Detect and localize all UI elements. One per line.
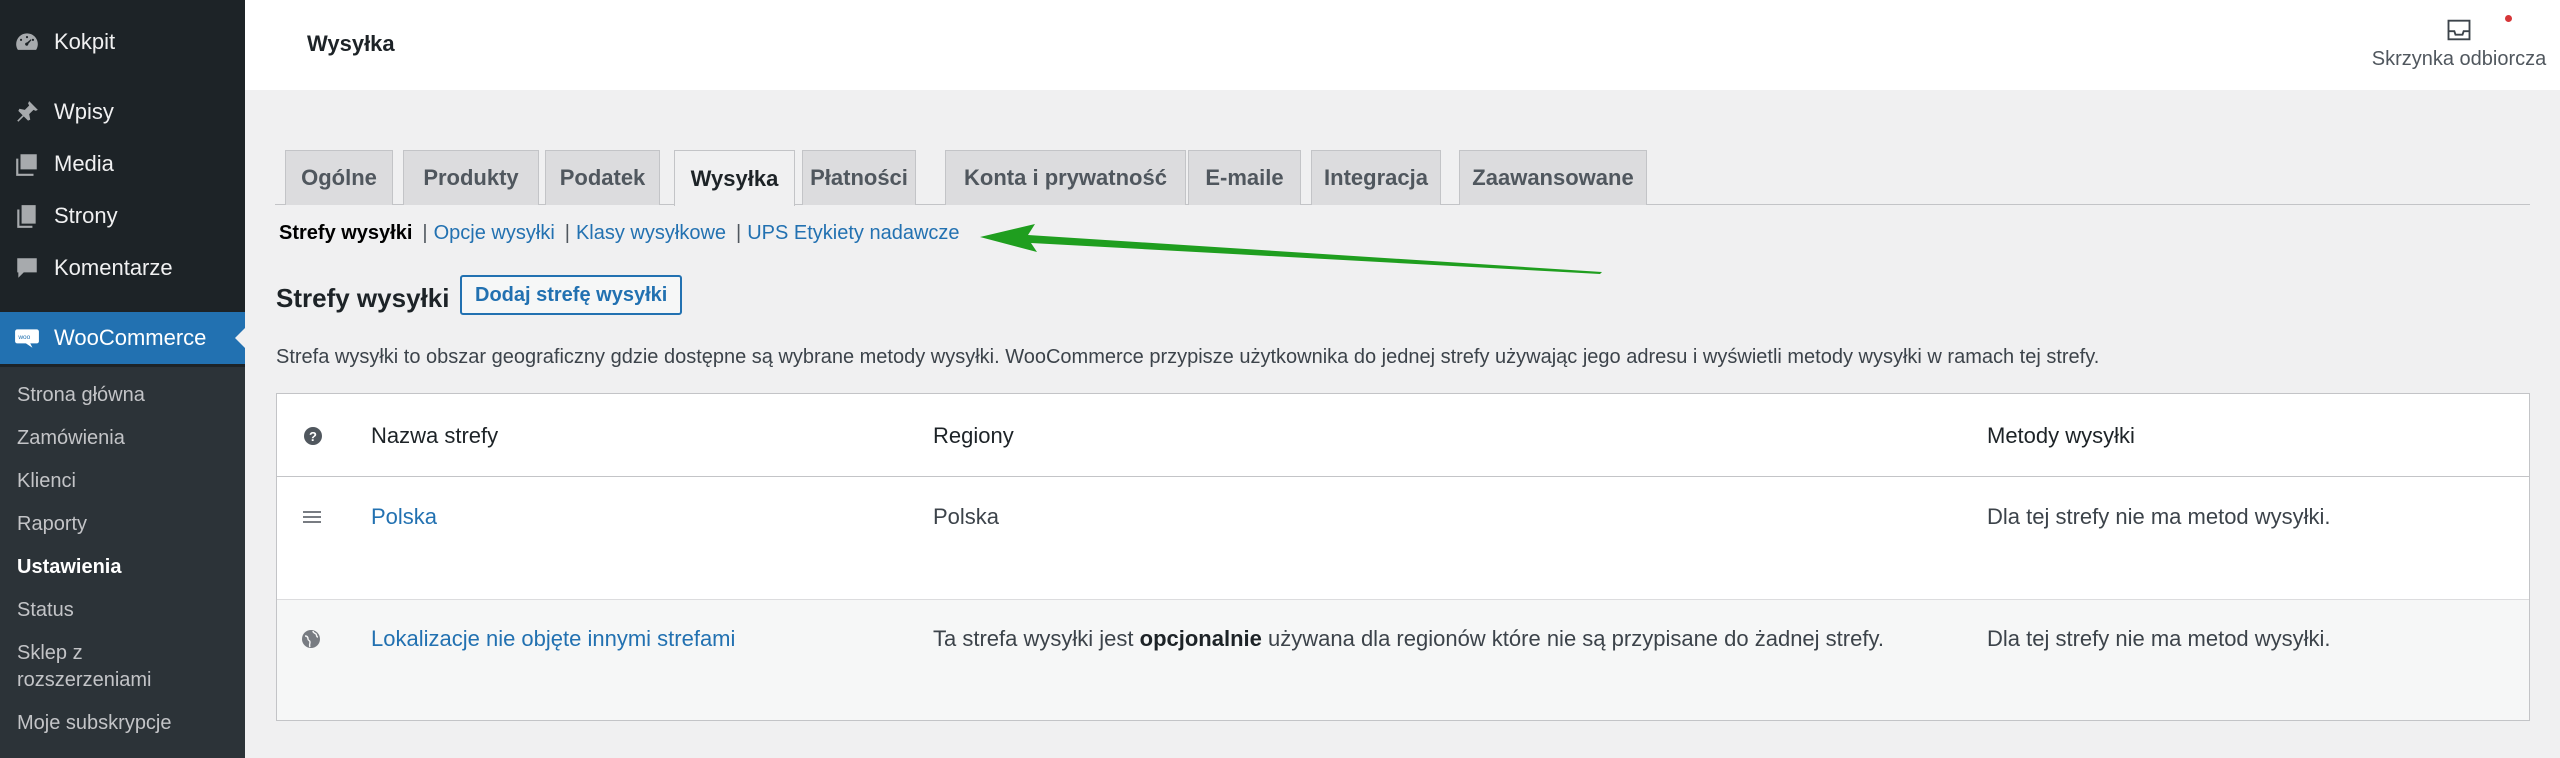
dashboard-icon (12, 27, 42, 57)
zones-description: Strefa wysyłki to obszar geograficzny gd… (276, 346, 2100, 368)
zone-regions-emphasis: opcjonalnie (1139, 626, 1262, 651)
drag-handle-icon[interactable] (303, 509, 321, 525)
current-menu-arrow (235, 328, 245, 348)
sidebar-item-label: Strony (54, 203, 118, 228)
subnav-link-classes[interactable]: Klasy wysyłkowe (576, 222, 726, 244)
pushpin-icon (12, 97, 42, 127)
tab-integration[interactable]: Integracja (1311, 150, 1441, 205)
zone-name-link[interactable]: Polska (371, 504, 437, 530)
submenu-item-status[interactable]: Status (17, 597, 74, 624)
tab-accounts-privacy[interactable]: Konta i prywatność (945, 150, 1186, 205)
svg-text:woo: woo (17, 334, 30, 341)
subnav-link-options[interactable]: Opcje wysyłki (434, 222, 555, 244)
sidebar-item-label: Media (54, 151, 114, 176)
notification-dot (2505, 15, 2512, 22)
sidebar-item-pages[interactable]: Strony (0, 190, 245, 242)
table-row: Polska Polska Dla tej strefy nie ma meto… (277, 477, 2529, 600)
admin-sidebar: Kokpit Wpisy Media Strony Komentarze woo… (0, 0, 245, 758)
zone-methods: Dla tej strefy nie ma metod wysyłki. (1987, 626, 2331, 651)
zone-regions-text-after: używana dla regionów które nie są przypi… (1268, 626, 1884, 651)
zone-regions-text-before: Ta strefa wysyłki jest (933, 626, 1134, 651)
add-shipping-zone-button[interactable]: Dodaj strefę wysyłki (460, 275, 683, 315)
globe-icon (302, 630, 320, 648)
zone-methods: Dla tej strefy nie ma metod wysyłki. (1987, 504, 2331, 529)
shipping-subnav: Strefy wysyłki | Opcje wysyłki | Klasy wysył… (279, 221, 960, 245)
tab-tax[interactable]: Podatek (545, 150, 660, 205)
tab-emails[interactable]: E-maile (1188, 150, 1301, 205)
zones-heading: Strefy wysyłki (276, 283, 450, 313)
zone-regions: Polska (933, 504, 1000, 529)
sidebar-item-comments[interactable]: Komentarze (0, 242, 245, 294)
tab-general[interactable]: Ogólne (285, 150, 393, 205)
table-row: Lokalizacje nie objęte innymi strefami T… (277, 600, 2529, 720)
submenu-item-customers[interactable]: Klienci (17, 468, 76, 495)
submenu-item-home[interactable]: Strona główna (17, 382, 145, 409)
subnav-link-ups-labels[interactable]: UPS Etykiety nadawcze (747, 222, 959, 244)
sidebar-item-media[interactable]: Media (0, 138, 245, 190)
table-header-row: ? Nazwa strefy Regiony Metody wysyłki (277, 394, 2529, 477)
subnav-separator: | (736, 222, 742, 244)
subnav-separator: | (564, 222, 570, 244)
tab-payments[interactable]: Płatności (802, 150, 916, 205)
annotation-arrow (980, 224, 1602, 274)
sidebar-item-label: Kokpit (54, 29, 116, 54)
submenu-item-reports[interactable]: Raporty (17, 511, 87, 538)
sidebar-item-posts[interactable]: Wpisy (0, 86, 245, 138)
zone-regions: Ta strefa wysyłki jest opcjonalnie używa… (933, 626, 1884, 652)
page-title: Wysyłka (307, 31, 395, 56)
comment-icon (12, 253, 42, 283)
sidebar-item-dashboard[interactable]: Kokpit (0, 16, 245, 68)
tab-advanced[interactable]: Zaawansowane (1459, 150, 1647, 205)
tab-products[interactable]: Produkty (403, 150, 539, 205)
submenu-item-settings[interactable]: Ustawienia (17, 554, 121, 581)
svg-text:?: ? (309, 429, 317, 444)
woocommerce-submenu: Strona główna Zamówienia Klienci Raporty… (0, 367, 245, 758)
shipping-zones-table: ? Nazwa strefy Regiony Metody wysyłki Po… (276, 393, 2530, 721)
subnav-separator: | (422, 222, 428, 244)
question-icon[interactable]: ? (303, 426, 323, 446)
inbox-label: Skrzynka odbiorcza (2371, 48, 2547, 70)
sidebar-item-label: Wpisy (54, 99, 114, 124)
subnav-current-zones[interactable]: Strefy wysyłki (279, 222, 412, 244)
pages-icon (12, 201, 42, 231)
sidebar-item-label: Komentarze (54, 255, 173, 280)
sidebar-item-label: WooCommerce (54, 325, 207, 350)
column-header-methods: Metody wysyłki (1987, 423, 2135, 448)
inbox-button[interactable]: Skrzynka odbiorcza (2364, 16, 2554, 71)
submenu-item-orders[interactable]: Zamówienia (17, 425, 125, 452)
sidebar-item-woocommerce[interactable]: woo WooCommerce (0, 312, 245, 364)
submenu-item-extensions[interactable]: Sklep z rozszerzeniami (17, 640, 217, 694)
zone-name-link[interactable]: Lokalizacje nie objęte innymi strefami (371, 626, 735, 652)
woo-icon: woo (12, 323, 42, 353)
media-icon (12, 149, 42, 179)
tab-shipping[interactable]: Wysyłka (674, 150, 795, 206)
column-header-regions: Regiony (933, 423, 1014, 448)
inbox-icon (2447, 19, 2471, 41)
column-header-name: Nazwa strefy (371, 423, 499, 448)
top-header-bar: Wysyłka Skrzynka odbiorcza (245, 0, 2560, 90)
submenu-item-subscriptions[interactable]: Moje subskrypcje (17, 710, 172, 737)
